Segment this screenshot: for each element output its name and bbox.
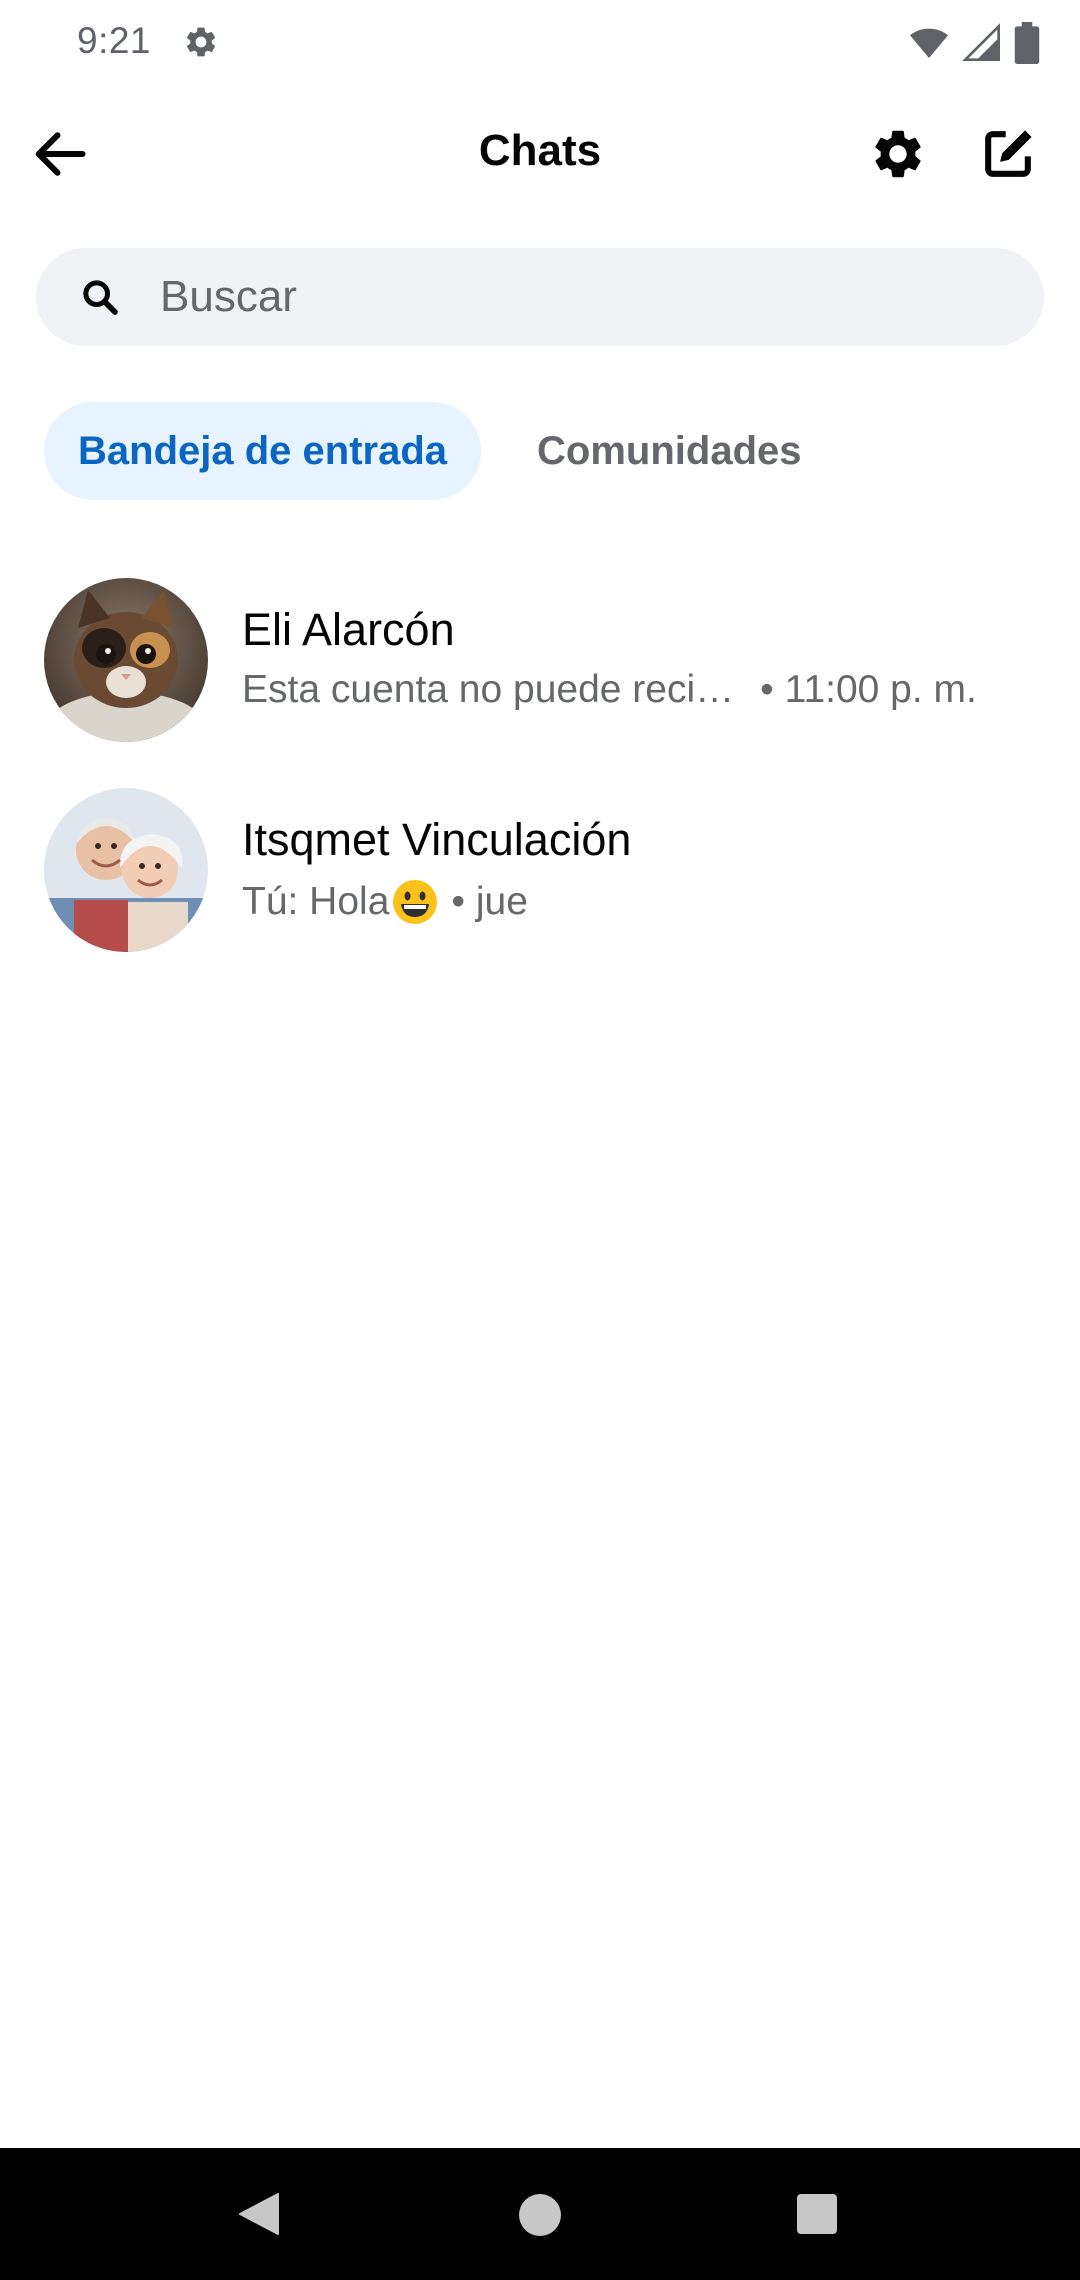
tab-communities[interactable]: Comunidades xyxy=(503,402,835,500)
search-bar[interactable] xyxy=(36,248,1044,346)
cat-photo-avatar xyxy=(44,578,208,742)
chat-snippet: Esta cuenta no puede reci… xyxy=(242,668,735,711)
compose-edit-icon xyxy=(980,126,1036,187)
settings-gear-icon xyxy=(183,24,219,60)
elderly-couple-photo-avatar xyxy=(44,788,208,952)
gear-icon xyxy=(869,125,927,188)
status-time: 9:21 xyxy=(77,20,152,61)
cell-signal-icon xyxy=(962,23,1002,68)
wifi-icon xyxy=(908,23,950,68)
search-icon xyxy=(80,277,120,317)
tab-row: Bandeja de entrada Comunidades xyxy=(44,402,836,500)
chat-list-item[interactable]: Eli Alarcón Esta cuenta no puede reci… •… xyxy=(0,568,1080,778)
compose-button[interactable] xyxy=(972,120,1044,192)
chats-screen: 9:21 Chats Buscar Bandeja de entrada Com… xyxy=(0,0,1080,2280)
chat-timestamp: • 11:00 p. m. xyxy=(760,668,977,711)
status-bar: 9:21 xyxy=(0,0,1080,88)
status-icons xyxy=(908,22,1040,69)
chat-name: Eli Alarcón xyxy=(242,604,455,655)
chat-list-item[interactable]: Itsqmet Vinculación Tú: Hola • jue xyxy=(0,778,1080,988)
nav-recents-icon[interactable] xyxy=(797,2194,837,2234)
chat-list: Eli Alarcón Esta cuenta no puede reci… •… xyxy=(0,568,1080,988)
chat-snippet-row: Tú: Hola • jue xyxy=(242,878,528,926)
avatar xyxy=(44,578,208,742)
chat-timestamp: • jue xyxy=(451,880,528,923)
system-nav-bar xyxy=(0,2148,1080,2280)
avatar xyxy=(44,788,208,952)
nav-back-icon[interactable] xyxy=(236,2192,280,2236)
battery-icon xyxy=(1014,22,1040,69)
app-bar: Chats xyxy=(0,100,1080,210)
grinning-face-emoji-icon xyxy=(391,878,439,926)
chat-snippet-row: Esta cuenta no puede reci… • 11:00 p. m. xyxy=(242,668,987,712)
settings-button[interactable] xyxy=(862,120,934,192)
search-input[interactable] xyxy=(160,248,1020,346)
chat-snippet: Tú: Hola xyxy=(242,880,390,923)
nav-home-icon[interactable] xyxy=(519,2194,561,2236)
chat-name: Itsqmet Vinculación xyxy=(242,814,632,865)
tab-inbox[interactable]: Bandeja de entrada xyxy=(44,402,482,500)
